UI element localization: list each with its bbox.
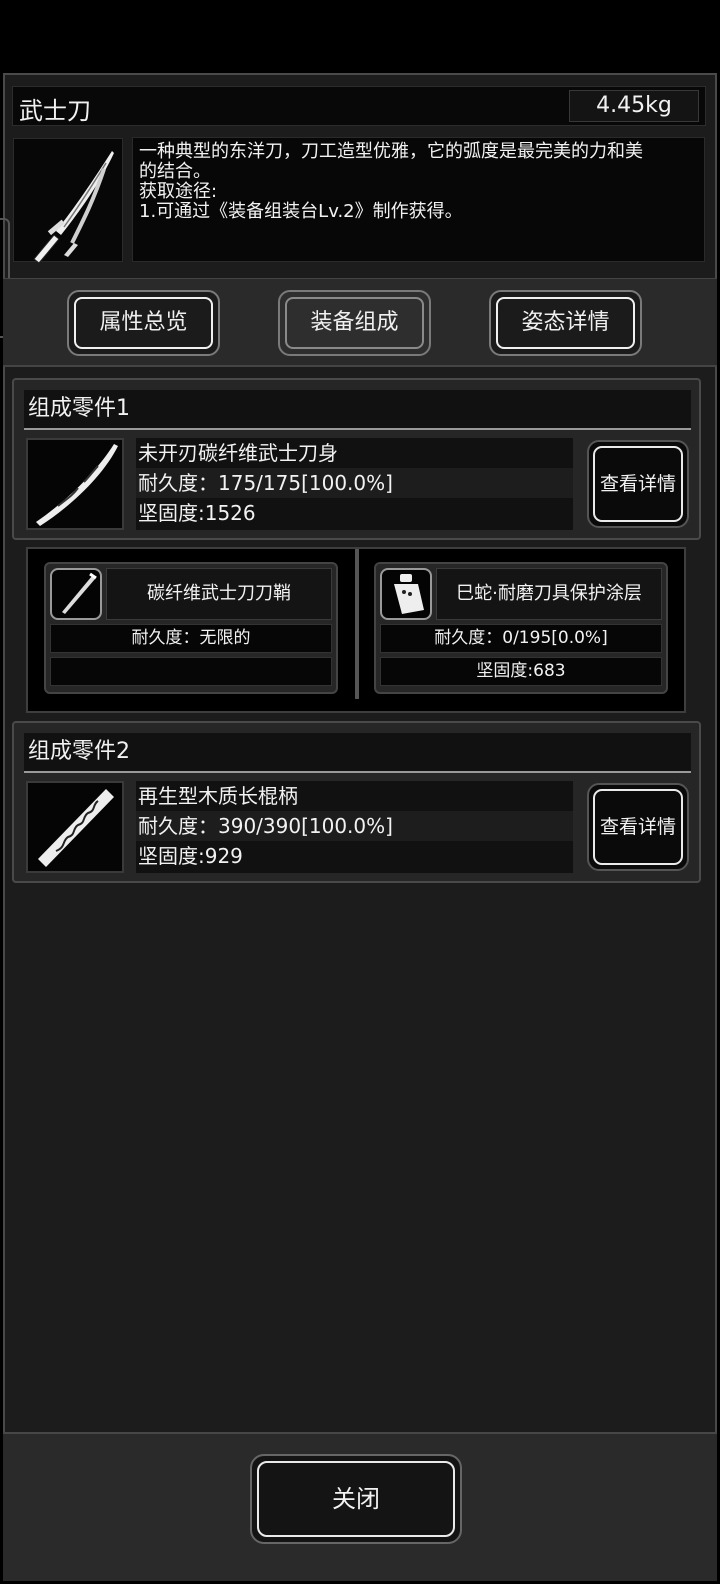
- subpart-hardness: 坚固度:683: [380, 657, 662, 686]
- subpart-durability: 耐久度：0/195[0.0%]: [380, 624, 662, 653]
- scabbard-icon: [50, 568, 102, 620]
- description-line: 的结合。: [139, 161, 211, 182]
- subparts-divider: [355, 549, 359, 699]
- subparts-box: 碳纤维武士刀刀鞘 耐久度：无限的 巳蛇·耐磨刀具保护涂层 耐久度：0/195[0…: [26, 547, 686, 713]
- tab-row: 属性总览 装备组成 姿态详情: [3, 278, 717, 367]
- blade-icon: [26, 438, 124, 530]
- tab-stance-details[interactable]: 姿态详情: [489, 290, 642, 356]
- part-name: 未开刃碳纤维武士刀身: [138, 441, 338, 465]
- tab-equipment-composition[interactable]: 装备组成: [278, 290, 431, 356]
- katana-icon: [13, 138, 123, 264]
- subpart-durability: 耐久度：无限的: [50, 624, 332, 653]
- description-line: 1.可通过《装备组装台Lv.2》制作获得。: [139, 201, 463, 222]
- view-details-button[interactable]: 查看详情: [587, 783, 689, 871]
- part-name: 再生型木质长棍柄: [138, 784, 298, 808]
- view-details-label: 查看详情: [599, 816, 676, 838]
- close-button-label: 关闭: [332, 1485, 380, 1513]
- subpart-hardness: [50, 657, 332, 686]
- subpart-card[interactable]: 碳纤维武士刀刀鞘 耐久度：无限的: [44, 562, 338, 694]
- part-durability: 耐久度：175/175[100.0%]: [136, 468, 573, 498]
- subpart-name: 碳纤维武士刀刀鞘: [106, 568, 332, 620]
- view-details-button[interactable]: 查看详情: [587, 440, 689, 528]
- wooden-handle-icon: [26, 781, 124, 873]
- description-line: 一种典型的东洋刀，刀工造型优雅，它的弧度是最完美的力和美: [139, 141, 643, 162]
- view-details-label: 查看详情: [599, 473, 676, 495]
- part-durability: 耐久度：390/390[100.0%]: [136, 811, 573, 841]
- part-info: 未开刃碳纤维武士刀身 耐久度：175/175[100.0%] 坚固度:1526: [136, 438, 573, 530]
- description-line: 获取途径:: [139, 181, 218, 202]
- item-weight: 4.45kg: [569, 90, 699, 122]
- part-section-title: 组成零件2: [24, 733, 691, 773]
- item-description: 一种典型的东洋刀，刀工造型优雅，它的弧度是最完美的力和美 的结合。 获取途径: …: [132, 137, 705, 262]
- close-button[interactable]: 关闭: [250, 1454, 462, 1544]
- tab-attribute-overview[interactable]: 属性总览: [67, 290, 220, 356]
- part-hardness: 坚固度:1526: [138, 501, 256, 525]
- part-section-1: 组成零件1 未开刃碳纤维武士刀身 耐久度：175/175[100.0%] 坚固度…: [12, 378, 701, 540]
- part-section-2: 组成零件2 再生型木质长棍柄 耐久度：390/390[100.0%] 坚固度:9…: [12, 721, 701, 883]
- part-section-title: 组成零件1: [24, 390, 691, 430]
- part-info: 再生型木质长棍柄 耐久度：390/390[100.0%] 坚固度:929: [136, 781, 573, 873]
- subpart-name: 巳蛇·耐磨刀具保护涂层: [436, 568, 662, 620]
- item-title-bar: 武士刀 4.45kg: [12, 86, 706, 126]
- part-hardness: 坚固度:929: [138, 844, 243, 868]
- item-name: 武士刀: [19, 97, 91, 125]
- coating-bottle-icon: [380, 568, 432, 620]
- subpart-card[interactable]: 巳蛇·耐磨刀具保护涂层 耐久度：0/195[0.0%] 坚固度:683: [374, 562, 668, 694]
